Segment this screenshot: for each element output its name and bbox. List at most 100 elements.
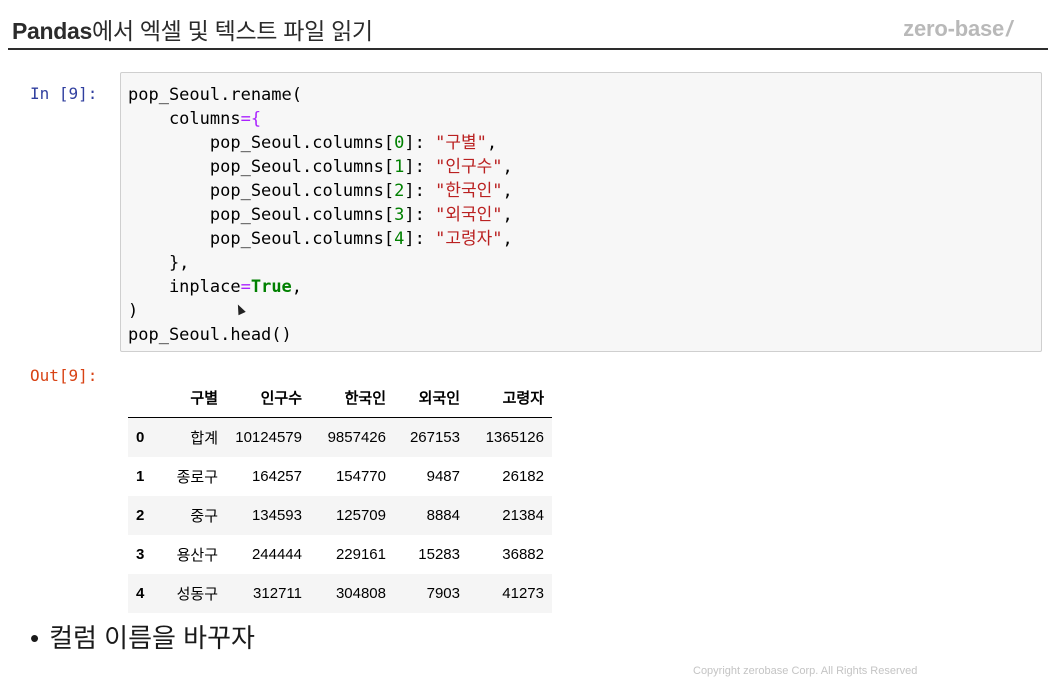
input-prompt: In [9]: <box>30 84 98 103</box>
copyright-text: Copyright zerobase Corp. All Rights Rese… <box>693 665 918 677</box>
code-line: pop_Seoul.columns[1]: "인구수", <box>128 155 513 179</box>
table-cell: 154770 <box>335 468 386 485</box>
code-line: pop_Seoul.columns[4]: "고령자", <box>128 227 513 251</box>
table-cell: 229161 <box>335 546 386 563</box>
table-cell: 244444 <box>251 546 302 563</box>
table-cell: 15283 <box>418 546 460 563</box>
code-line: inplace=True, <box>128 275 513 299</box>
code-token: , <box>486 133 498 153</box>
bullet-point: • 컬럼 이름을 바꾸자 <box>30 618 255 655</box>
code-token: 4 <box>394 229 405 249</box>
code-line: }, <box>128 251 513 275</box>
slide-title-bold: Pandas <box>12 18 93 44</box>
row-index: 0 <box>136 429 145 446</box>
code-line: ) <box>128 299 513 323</box>
table-cell: 267153 <box>409 429 460 446</box>
code-token: ) <box>128 301 139 321</box>
table-row: 2 중구 134593 125709 8884 21384 <box>128 496 552 535</box>
table-cell: 125709 <box>335 507 386 524</box>
code-token: "구별" <box>435 133 487 153</box>
code-token: pop_Seoul.columns[ <box>128 157 395 177</box>
code-token: }, <box>128 253 190 273</box>
dataframe-output: 구별 인구수 한국인 외국인 고령자 0 합계 10124579 9857426… <box>128 378 552 613</box>
table-cell: 304808 <box>335 585 386 602</box>
code-token: 3 <box>394 205 405 225</box>
column-header: 고령자 <box>468 378 552 418</box>
code-line: pop_Seoul.columns[0]: "구별", <box>128 131 513 155</box>
code-token: , <box>502 229 513 249</box>
code-token: ={ <box>240 109 262 129</box>
code-token: ]: <box>404 157 436 177</box>
code-token: "인구수" <box>435 157 503 177</box>
bullet-text: 컬럼 이름을 바꾸자 <box>49 623 255 653</box>
code-token: ]: <box>404 205 436 225</box>
table-cell: 종로구 <box>176 469 218 486</box>
code-token: ]: <box>404 181 436 201</box>
logo-text: zero-base <box>903 16 1005 41</box>
code-token: ]: <box>404 229 436 249</box>
table-cell: 134593 <box>251 507 302 524</box>
output-prompt: Out[9]: <box>30 366 98 385</box>
code-token: "외국인" <box>435 205 503 225</box>
index-header <box>128 378 164 418</box>
code-cell[interactable]: pop_Seoul.rename( columns={ pop_Seoul.co… <box>120 72 1042 352</box>
code-token: pop_Seoul.columns[ <box>128 205 395 225</box>
code-token: ]: <box>404 133 436 153</box>
header-divider <box>8 48 1048 50</box>
code-line: pop_Seoul.rename( <box>128 83 513 107</box>
table-cell: 합계 <box>190 430 218 447</box>
table-cell: 1365126 <box>485 429 544 446</box>
table-cell: 9487 <box>426 468 460 485</box>
table-row: 1 종로구 164257 154770 9487 26182 <box>128 457 552 496</box>
code-token: pop_Seoul.columns[ <box>128 229 395 249</box>
table-row: 0 합계 10124579 9857426 267153 1365126 <box>128 417 552 457</box>
code-token: "한국인" <box>435 181 503 201</box>
table-header-row: 구별 인구수 한국인 외국인 고령자 <box>128 378 552 418</box>
code-token: , <box>291 277 303 297</box>
code-token: , <box>502 157 513 177</box>
table-cell: 36882 <box>502 546 544 563</box>
code-line: pop_Seoul.head() <box>128 323 513 347</box>
code-token: pop_Seoul.head() <box>128 325 292 345</box>
column-header: 인구수 <box>226 378 310 418</box>
code-token: , <box>502 205 513 225</box>
column-header: 구별 <box>164 378 226 418</box>
code-token: pop_Seoul.columns[ <box>128 181 395 201</box>
code-token: inplace <box>128 277 241 297</box>
table-cell: 중구 <box>190 508 218 525</box>
table-cell: 성동구 <box>176 586 218 603</box>
code-token: pop_Seoul.rename( <box>128 85 302 105</box>
code-token: = <box>240 277 251 297</box>
code-token: , <box>502 181 513 201</box>
table-cell: 41273 <box>502 585 544 602</box>
table-cell: 10124579 <box>235 429 302 446</box>
code-token: 1 <box>394 157 405 177</box>
code-token: columns <box>128 109 241 129</box>
table-row: 4 성동구 312711 304808 7903 41273 <box>128 574 552 613</box>
code-line: pop_Seoul.columns[3]: "외국인", <box>128 203 513 227</box>
table-cell: 21384 <box>502 507 544 524</box>
column-header: 외국인 <box>394 378 468 418</box>
code-token: 0 <box>394 133 405 153</box>
row-index: 2 <box>136 507 145 524</box>
code-token: "고령자" <box>435 229 503 249</box>
table-cell: 9857426 <box>327 429 386 446</box>
code-line: columns={ <box>128 107 513 131</box>
table-cell: 26182 <box>502 468 544 485</box>
column-header: 한국인 <box>310 378 394 418</box>
code-token: pop_Seoul.columns[ <box>128 133 395 153</box>
code-line: pop_Seoul.columns[2]: "한국인", <box>128 179 513 203</box>
code-token: 2 <box>394 181 405 201</box>
code-token: True <box>250 277 292 297</box>
table-cell: 용산구 <box>176 547 218 564</box>
code-editor[interactable]: pop_Seoul.rename( columns={ pop_Seoul.co… <box>128 83 513 347</box>
table-cell: 164257 <box>251 468 302 485</box>
table-cell: 312711 <box>253 585 302 602</box>
table-cell: 7903 <box>426 585 460 602</box>
slide-title: Pandas에서 엑셀 및 텍스트 파일 읽기 <box>12 12 373 46</box>
row-index: 1 <box>136 468 145 485</box>
slide-title-rest: 에서 엑셀 및 텍스트 파일 읽기 <box>92 18 373 44</box>
table-cell: 8884 <box>426 507 460 524</box>
logo-mark: / <box>1006 16 1012 41</box>
slide-header: Pandas에서 엑셀 및 텍스트 파일 읽기 zero-base/ <box>0 0 1048 56</box>
